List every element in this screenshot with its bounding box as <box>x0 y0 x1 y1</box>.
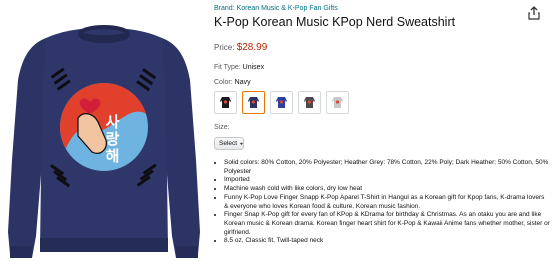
size-label: Size: <box>214 124 230 131</box>
chevron-down-icon <box>240 142 243 145</box>
color-value: Navy <box>234 79 251 86</box>
feature-bullets: Solid colors: 80% Cotton, 20% Polyester;… <box>214 159 550 246</box>
sweatshirt-thumbnail-icon <box>332 97 343 108</box>
sweatshirt-thumbnail-icon <box>304 97 315 108</box>
price-label: Price: <box>214 43 235 52</box>
fit-type-row: Fit Type: Unisex <box>214 63 550 73</box>
sweatshirt-thumbnail-icon <box>276 97 287 108</box>
feature-bullet: Solid colors: 80% Cotton, 20% Polyester;… <box>224 159 550 176</box>
color-swatch[interactable] <box>242 91 265 114</box>
size-select-label: Select <box>219 140 238 147</box>
product-title: K-Pop Korean Music KPop Nerd Sweatshirt <box>214 15 456 29</box>
feature-bullet: Imported <box>224 176 550 185</box>
feature-bullet: 8.5 oz, Classic fit, Twill-taped neck <box>224 237 550 246</box>
fit-type-label: Fit Type: <box>214 64 241 71</box>
color-swatch[interactable] <box>326 91 349 114</box>
feature-bullet: Machine wash cold with like colors, dry … <box>224 185 550 194</box>
product-image[interactable]: 사랑해 <box>8 10 200 265</box>
color-swatches <box>214 91 550 114</box>
price-row: Price: $28.99 <box>214 42 550 54</box>
color-swatch[interactable] <box>214 91 237 114</box>
color-swatch[interactable] <box>270 91 293 114</box>
sweatshirt-thumbnail-icon <box>220 97 231 108</box>
size-select[interactable]: Select <box>214 137 244 150</box>
sweatshirt-graphic: 사랑해 <box>8 25 200 258</box>
feature-bullet: Finger Snap K-Pop gift for every fan of … <box>224 211 550 237</box>
hangul-text: 사랑해 <box>103 114 121 165</box>
color-label: Color: <box>214 79 233 86</box>
fit-type-value: Unisex <box>242 64 265 71</box>
product-details: Brand: Korean Music & K-Pop Fan Gifts K-… <box>214 4 550 246</box>
feature-bullet: Funny K-Pop Love Finger Snapp K-Pop Apar… <box>224 194 550 211</box>
price-value: $28.99 <box>236 42 268 53</box>
sweatshirt-thumbnail-icon <box>248 97 259 108</box>
brand-link[interactable]: Brand: Korean Music & K-Pop Fan Gifts <box>214 4 550 14</box>
color-swatch[interactable] <box>298 91 321 114</box>
color-row: Color: Navy <box>214 78 550 88</box>
